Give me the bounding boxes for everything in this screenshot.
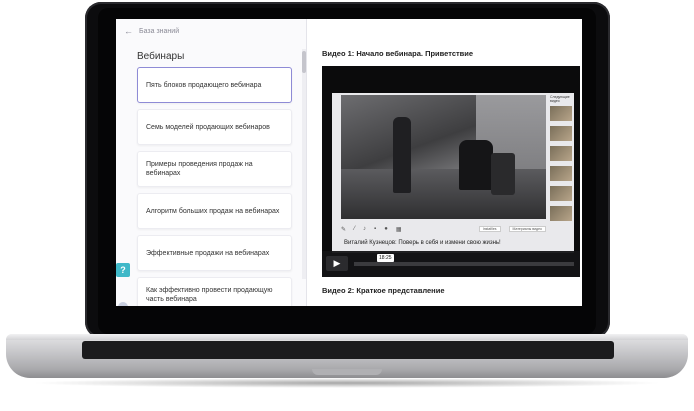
lesson-item[interactable]: Эффективные продажи на вебинарах <box>137 235 292 271</box>
bench <box>491 153 515 195</box>
scrollbar-thumb[interactable] <box>302 51 306 73</box>
video-thumbnail[interactable] <box>550 126 572 141</box>
laptop-keyboard <box>82 341 614 359</box>
play-icon[interactable]: ▶ <box>326 256 348 271</box>
video-toolbar: ✎ ⁄ ♪ ▪ ● ▦ Instafiles Материалы видео <box>341 224 546 234</box>
video-caption: Виталий Кузнецов: Поверь в себя и измени… <box>344 240 501 246</box>
lesson-item[interactable]: Как эффективно провести продающую часть … <box>137 277 292 306</box>
toolbar-button[interactable]: Материалы видео <box>508 226 546 232</box>
lesson-item[interactable]: Алгоритм больших продаж на вебинарах <box>137 193 292 229</box>
record-icon[interactable]: ● <box>384 226 388 232</box>
help-button[interactable]: ? <box>116 263 130 277</box>
section-title: Вебинары <box>137 51 185 62</box>
brush-icon[interactable]: ⁄ <box>354 226 355 232</box>
video-thumbnail[interactable] <box>550 166 572 181</box>
video-thumbnail[interactable] <box>550 106 572 121</box>
video-player[interactable]: Следующие видео ✎ ⁄ ♪ ▪ ● ▦ Instafiles М… <box>322 66 580 277</box>
lesson-item[interactable]: Семь моделей продающих вебинаров <box>137 109 292 145</box>
content-panel: Видео 1: Начало вебинара. Приветствие Сл… <box>307 19 582 306</box>
grid-icon[interactable]: ▦ <box>396 226 402 233</box>
left-panel: ← База знаний Вебинары Пять блоков прода… <box>116 19 307 306</box>
video-thumbnail[interactable] <box>550 186 572 201</box>
laptop-base-top <box>6 334 688 340</box>
person-standing <box>393 117 411 193</box>
person-sitting <box>459 140 493 190</box>
scene-ground <box>341 169 546 219</box>
laptop-notch <box>312 369 382 375</box>
comment-icon[interactable]: ▪ <box>374 226 376 232</box>
thumbnail-list: Следующие видео <box>550 95 572 226</box>
avatar[interactable] <box>118 302 128 306</box>
thumbnail-header: Следующие видео <box>550 95 570 103</box>
lesson-item[interactable]: Пять блоков продающего вебинара <box>137 67 292 103</box>
music-icon[interactable]: ♪ <box>363 226 366 232</box>
video-scene <box>341 95 546 219</box>
toolbar-button[interactable]: Instafiles <box>478 226 501 232</box>
lesson-list: Пять блоков продающего вебинара Семь мод… <box>137 67 292 306</box>
breadcrumb[interactable]: ← База знаний <box>124 26 179 36</box>
video-thumbnail[interactable] <box>550 206 572 221</box>
player-controls: ▶ 18:25 <box>322 251 580 277</box>
video-title: Видео 2: Краткое представление <box>322 286 445 295</box>
scrollbar-track[interactable] <box>302 49 306 279</box>
arrow-left-icon[interactable]: ← <box>124 26 133 36</box>
laptop-screen: ← База знаний Вебинары Пять блоков прода… <box>116 19 582 306</box>
progress-bar[interactable]: 18:25 <box>354 254 574 266</box>
video-title: Видео 1: Начало вебинара. Приветствие <box>322 49 474 58</box>
video-thumbnail[interactable] <box>550 146 572 161</box>
pen-icon[interactable]: ✎ <box>341 226 346 233</box>
video-frame[interactable]: Следующие видео ✎ ⁄ ♪ ▪ ● ▦ Instafiles М… <box>332 93 574 253</box>
breadcrumb-label[interactable]: База знаний <box>139 28 179 35</box>
laptop-shadow <box>30 378 664 388</box>
time-badge: 18:25 <box>377 254 394 262</box>
lesson-item[interactable]: Примеры проведения продаж на вебинарах <box>137 151 292 187</box>
